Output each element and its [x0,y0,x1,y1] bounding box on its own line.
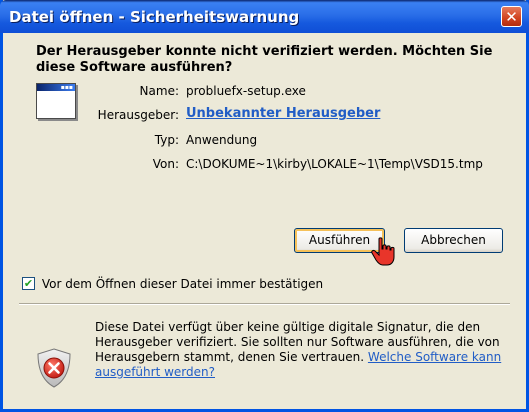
window-title: Datei öffnen - Sicherheitswarnung [9,8,300,26]
cancel-button[interactable]: Abbrechen [404,228,503,253]
security-warning-dialog: Datei öffnen - Sicherheitswarnung ✕ Der … [0,0,529,412]
publisher-label: Herausgeber: [97,108,179,122]
from-value: C:\DOKUME~1\kirby\LOKALE~1\Temp\VSD15.tm… [186,157,483,171]
close-icon: ✕ [505,8,518,26]
security-shield-icon [37,348,71,388]
close-button[interactable]: ✕ [501,6,522,27]
warning-heading: Der Herausgeber konnte nicht verifiziert… [36,44,493,75]
hand-cursor-icon [371,237,395,266]
name-value: probluefx-setup.exe [186,84,306,98]
always-ask-checkbox[interactable]: ✔ [22,277,35,290]
name-label: Name: [139,84,179,98]
warning-message: Diese Datei verfügt über keine gültige d… [95,320,515,380]
publisher-link[interactable]: Unbekannter Herausgeber [186,106,380,121]
type-label: Typ: [154,133,179,147]
always-ask-label[interactable]: Vor dem Öffnen dieser Datei immer bestät… [42,277,323,291]
divider [19,303,510,305]
type-value: Anwendung [186,133,258,147]
from-label: Von: [152,157,179,171]
always-ask-checkbox-row[interactable]: ✔ Vor dem Öffnen dieser Datei immer best… [22,276,323,291]
title-bar[interactable]: Datei öffnen - Sicherheitswarnung ✕ [0,0,529,33]
